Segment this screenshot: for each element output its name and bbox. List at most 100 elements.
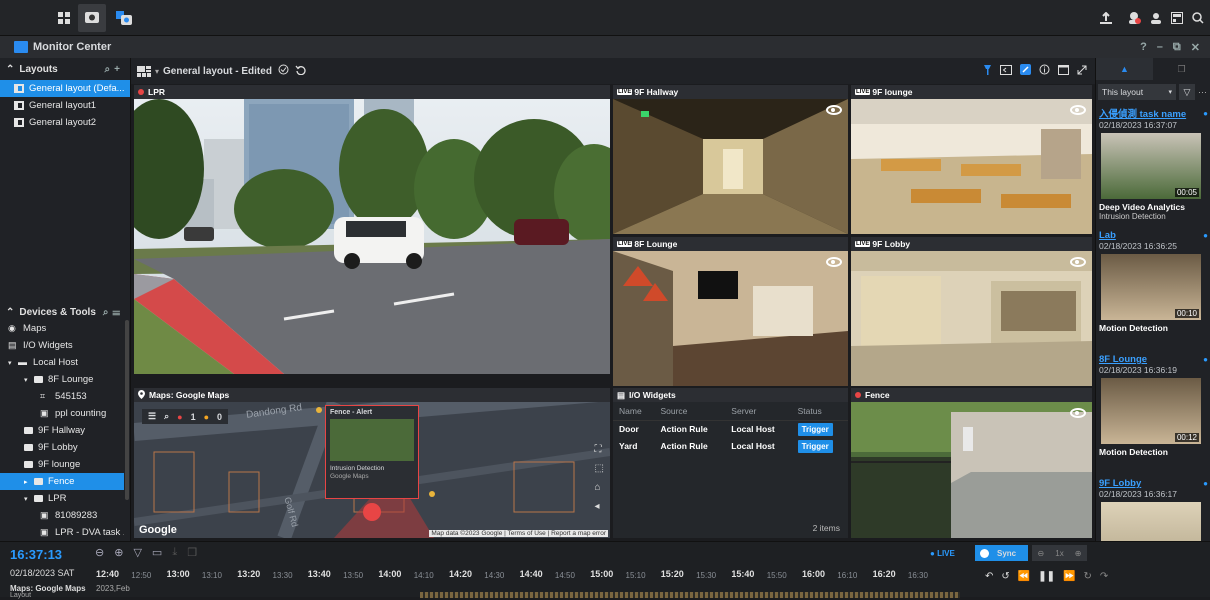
edit-layout-icon[interactable] <box>1020 64 1031 78</box>
rewind-10-icon[interactable]: ↶ <box>985 571 993 582</box>
device-item[interactable]: 9F Hallway <box>0 422 124 439</box>
device-item[interactable]: 9F lounge <box>0 456 124 473</box>
undo-icon[interactable] <box>295 64 306 78</box>
layout-item[interactable]: General layout2 <box>0 114 130 131</box>
device-item[interactable]: ▾ 8F Lounge <box>0 371 124 388</box>
collapse-left-icon[interactable]: ◂ <box>595 501 604 512</box>
fit-view-icon[interactable]: ⛶ <box>595 444 604 455</box>
view-eye-icon[interactable] <box>826 105 842 115</box>
lpr-tile[interactable]: LPR <box>134 85 610 374</box>
col-header[interactable]: Name <box>613 402 655 421</box>
col-header[interactable]: Source <box>654 402 726 421</box>
layout-item[interactable]: General layout1 <box>0 97 130 114</box>
col-header[interactable]: Status <box>791 402 848 421</box>
sync-toggle[interactable]: Sync <box>975 545 1028 561</box>
device-item[interactable]: ◉ Maps <box>0 320 124 337</box>
recording-bar[interactable] <box>420 592 960 598</box>
restore-button[interactable]: ⧉ <box>1173 41 1181 54</box>
live-indicator[interactable]: ● LIVE <box>930 549 955 558</box>
expand-arrow-icon[interactable]: ▾ <box>8 359 18 367</box>
monitor-tab-icon[interactable] <box>78 4 106 32</box>
devices-tools[interactable]: ⌕☰ <box>103 307 124 318</box>
expand-arrow-icon[interactable]: ▸ <box>24 478 34 486</box>
info-icon[interactable] <box>1039 64 1050 78</box>
device-item[interactable]: ▣ 81089283 <box>0 507 124 524</box>
device-item[interactable]: ▣ LPR - DVA task ... <box>0 524 124 541</box>
view-eye-icon[interactable] <box>1070 408 1086 418</box>
search-icon[interactable] <box>1184 4 1210 32</box>
monitor-center-tab-icon[interactable] <box>110 4 138 32</box>
expand-arrow-icon[interactable]: ▾ <box>24 495 34 503</box>
warning-icon[interactable]: ● <box>204 412 209 422</box>
view-eye-icon[interactable] <box>1070 257 1086 267</box>
speed-control[interactable]: ⊖ 1x ⊕ <box>1032 545 1087 561</box>
step-back-icon[interactable]: ⏪ <box>1018 571 1030 582</box>
lobby-tile[interactable]: LIVE 9F Lobby <box>851 237 1092 386</box>
layouts-tools[interactable]: ⌕+ <box>105 64 124 75</box>
trigger-button[interactable]: Trigger <box>797 423 833 437</box>
event-card[interactable]: 入侵偵測 task name ● 02/18/2023 16:37:07 00:05 D… <box>1096 104 1210 228</box>
fence-tile[interactable]: Fence <box>851 388 1092 538</box>
lounge8-tile[interactable]: LIVE 8F Lounge <box>613 237 848 386</box>
step-forward-icon[interactable]: ⏩ <box>1063 571 1075 582</box>
collapse-chevron-icon[interactable]: ⌃ <box>6 307 14 318</box>
device-item[interactable]: ⌗ 545153 <box>0 388 124 405</box>
layout-dropdown-icon[interactable]: ▾ <box>155 67 159 76</box>
device-item[interactable]: ▾ ▬ Local Host <box>0 354 124 371</box>
select-area-icon[interactable]: ⬚ <box>595 463 604 474</box>
window-icon[interactable] <box>1058 64 1069 78</box>
io-widgets-tile[interactable]: ▤ I/O Widgets Name Source Server Status … <box>613 388 848 538</box>
device-item[interactable]: ▾ LPR <box>0 490 124 507</box>
event-title[interactable]: Lab <box>1099 230 1116 241</box>
device-item[interactable]: ▣ ppl counting <box>0 405 124 422</box>
minimize-button[interactable]: – <box>1157 41 1163 54</box>
event-thumbnail[interactable]: 00:05 <box>1101 133 1201 199</box>
filter-icon[interactable]: ▽ <box>1179 84 1195 100</box>
fullscreen-icon[interactable] <box>1077 65 1087 78</box>
maps-tile[interactable]: Maps: Google Maps Dandong Rd Golf Rd ☰ ⌕… <box>134 388 610 538</box>
skip-back-icon[interactable]: ↺ <box>1001 571 1009 582</box>
forward-10-icon[interactable]: ↷ <box>1100 571 1108 582</box>
event-thumbnail[interactable]: 00:12 <box>1101 378 1201 444</box>
help-button[interactable]: ? <box>1140 41 1147 54</box>
timeline-ticks[interactable]: 12:40 12:50 13:00 13:10 13:20 13:30 13:40 13:50… <box>0 542 960 598</box>
layouts-header[interactable]: ⌃ Layouts ⌕+ <box>0 58 130 80</box>
col-header[interactable]: Server <box>725 402 792 421</box>
pin-icon[interactable] <box>983 64 992 78</box>
lounge9-tile[interactable]: LIVE 9F lounge <box>851 85 1092 234</box>
layout-grid-icon[interactable] <box>137 65 151 77</box>
trigger-button[interactable]: Trigger <box>797 440 833 453</box>
devices-scrollbar[interactable] <box>125 320 129 500</box>
layout-filter-select[interactable]: This layout ▾ <box>1098 84 1176 100</box>
tab-bookmarks[interactable]: ❒ <box>1153 58 1210 80</box>
view-eye-icon[interactable] <box>826 257 842 267</box>
close-button[interactable]: ✕ <box>1191 41 1200 54</box>
plus-icon[interactable]: ⊕ <box>1075 549 1082 558</box>
event-title[interactable]: 8F Lounge <box>1099 354 1147 365</box>
device-item[interactable]: ▤ I/O Widgets <box>0 337 124 354</box>
upload-icon[interactable] <box>1092 4 1120 32</box>
device-item[interactable]: 9F Lobby <box>0 439 124 456</box>
grid-menu-icon[interactable] <box>50 4 78 32</box>
search-icon[interactable]: ⌕ <box>164 411 169 422</box>
map-alert-popup[interactable]: Fence - Alert Intrusion Detection Google… <box>325 405 419 499</box>
home-icon[interactable]: ⌂ <box>595 482 604 493</box>
list-icon[interactable]: ☰ <box>148 411 156 422</box>
minus-icon[interactable]: ⊖ <box>1038 549 1045 558</box>
collapse-chevron-icon[interactable]: ⌃ <box>6 64 14 75</box>
alarm-bell-icon[interactable]: ● <box>177 412 182 422</box>
event-card[interactable]: 8F Lounge ● 02/18/2023 16:36:19 00:12 Motion… <box>1096 352 1210 476</box>
expand-arrow-icon[interactable]: ▾ <box>24 376 34 384</box>
more-icon[interactable]: ⋯ <box>1198 87 1208 98</box>
map-attribution[interactable]: Map data ©2023 Google | Terms of Use | R… <box>429 530 608 537</box>
hallway-tile[interactable]: LIVE 9F Hallway <box>613 85 848 234</box>
device-item[interactable]: ▸ Fence <box>0 473 124 490</box>
layout-item[interactable]: General layout (Defa... <box>0 80 130 97</box>
pause-icon[interactable]: ❚❚ <box>1038 571 1055 582</box>
event-title[interactable]: 9F Lobby <box>1099 478 1141 489</box>
save-check-icon[interactable] <box>278 64 289 78</box>
skip-forward-icon[interactable]: ↻ <box>1083 571 1091 582</box>
event-card[interactable]: Lab ● 02/18/2023 16:36:25 00:10 Motion Detec… <box>1096 228 1210 352</box>
event-title[interactable]: 入侵偵測 task name <box>1099 106 1186 120</box>
event-thumbnail[interactable]: 00:10 <box>1101 254 1201 320</box>
